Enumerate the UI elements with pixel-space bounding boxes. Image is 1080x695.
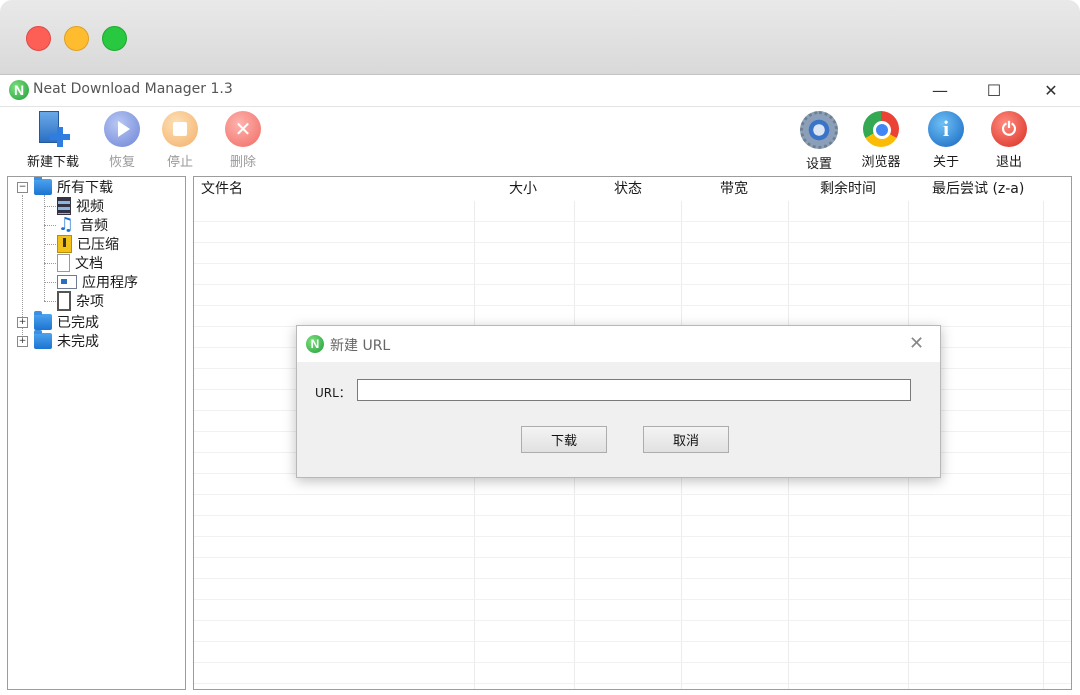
about-button[interactable]: i 关于 [924,111,968,170]
info-icon: i [928,111,964,147]
url-label: URL： [315,384,351,401]
folder-icon [34,179,52,195]
column-bandwidth[interactable]: 带宽 [720,177,748,201]
empty-row [194,222,1071,243]
exit-button[interactable]: ⏻ 退出 [987,111,1031,170]
misc-icon [57,291,71,311]
resume-button[interactable]: 恢复 [100,111,144,170]
close-button[interactable]: ✕ [1040,79,1062,101]
application-icon [57,275,77,289]
window-title-bar: N Neat Download Manager 1.3 — ☐ ✕ [0,75,1080,107]
tree-item-compressed[interactable]: 已压缩 [57,234,119,253]
cancel-button[interactable]: 取消 [643,426,729,453]
app-logo-icon: N [9,80,29,100]
empty-row [194,243,1071,264]
empty-row [194,600,1071,621]
empty-row [194,495,1071,516]
expand-completed-toggle[interactable]: + [17,317,28,328]
column-status[interactable]: 状态 [614,177,642,201]
delete-icon: ✕ [225,111,261,147]
empty-row [194,642,1071,663]
tree-item-misc[interactable]: 杂项 [57,291,104,310]
zoom-traffic-light[interactable] [102,26,127,51]
list-header: 文件名 大小 状态 带宽 剩余时间 最后尝试 (z-a) [194,177,1071,201]
dialog-close-button[interactable]: ✕ [909,333,924,354]
minimize-button[interactable]: — [929,79,951,101]
empty-row [194,201,1071,222]
column-time-left[interactable]: 剩余时间 [820,177,876,201]
empty-row [194,579,1071,600]
tree-item-video[interactable]: 视频 [57,196,104,215]
category-tree: − 所有下载 视频 ♫ 音频 已压缩 文档 应用程序 杂项 + 已完成 + 未完… [7,176,186,690]
document-icon [57,254,70,272]
video-icon [57,197,71,215]
empty-row [194,663,1071,684]
tree-item-audio[interactable]: ♫ 音频 [57,215,108,234]
stop-icon [162,111,198,147]
empty-row [194,516,1071,537]
browser-button[interactable]: 浏览器 [856,111,906,170]
url-input[interactable] [357,379,911,401]
settings-gear-icon [800,111,838,149]
audio-icon: ♫ [57,217,75,233]
empty-row [194,621,1071,642]
maximize-button[interactable]: ☐ [983,79,1005,101]
folder-icon [34,333,52,349]
empty-row [194,537,1071,558]
settings-button[interactable]: 设置 [797,111,841,172]
dialog-title-bar: N 新建 URL ✕ [297,326,940,362]
minimize-traffic-light[interactable] [64,26,89,51]
power-icon: ⏻ [991,111,1027,147]
mac-title-bar [0,0,1080,75]
tree-item-applications[interactable]: 应用程序 [57,272,138,291]
folder-icon [34,314,52,330]
new-download-button[interactable]: 新建下载 [22,111,84,170]
dialog-title: 新建 URL [330,335,390,355]
column-size[interactable]: 大小 [509,177,537,201]
tree-item-documents[interactable]: 文档 [57,253,103,272]
tree-item-completed[interactable]: 已完成 [34,312,99,331]
empty-row [194,264,1071,285]
tree-item-incomplete[interactable]: 未完成 [34,331,99,350]
column-filename[interactable]: 文件名 [201,177,243,201]
empty-row [194,285,1071,306]
app-logo-icon: N [306,335,324,353]
browser-icon [863,111,899,147]
column-last-try[interactable]: 最后尝试 (z-a) [932,177,1024,201]
new-url-dialog: N 新建 URL ✕ URL： 下载 取消 [296,325,941,478]
empty-row [194,684,1071,690]
collapse-all-downloads-toggle[interactable]: − [17,182,28,193]
delete-button[interactable]: ✕ 删除 [221,111,265,170]
expand-incomplete-toggle[interactable]: + [17,336,28,347]
download-button[interactable]: 下载 [521,426,607,453]
new-download-icon [35,111,71,147]
empty-row [194,558,1071,579]
window-title: Neat Download Manager 1.3 [33,81,233,97]
stop-button[interactable]: 停止 [158,111,202,170]
zip-icon [57,235,72,253]
toolbar: 新建下载 恢复 停止 ✕ 删除 设置 浏览器 i 关于 ⏻ 退出 [0,107,1080,175]
resume-icon [104,111,140,147]
close-traffic-light[interactable] [26,26,51,51]
empty-row [194,306,1071,327]
tree-item-all-downloads[interactable]: 所有下载 [34,177,113,196]
